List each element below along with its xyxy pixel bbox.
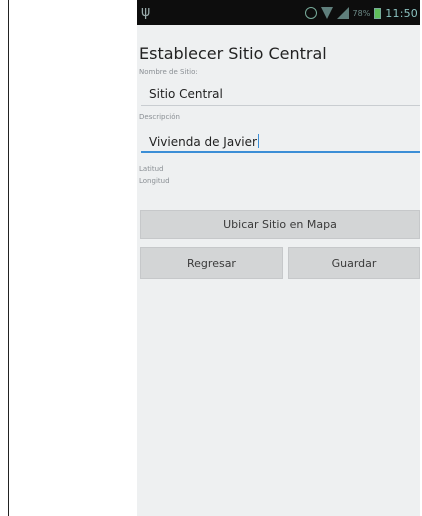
save-button[interactable]: Guardar bbox=[288, 247, 420, 279]
frame-left-border bbox=[8, 0, 9, 516]
site-name-label: Nombre de Sitio: bbox=[139, 68, 198, 76]
signal-icon bbox=[336, 7, 349, 19]
back-button[interactable]: Regresar bbox=[140, 247, 283, 279]
site-name-field[interactable]: Sitio Central bbox=[139, 84, 420, 106]
latitude-label: Latitud bbox=[139, 165, 164, 173]
description-underline bbox=[141, 151, 420, 153]
battery-icon bbox=[374, 7, 382, 19]
longitude-label: Longitud bbox=[139, 177, 170, 185]
battery-percent: 78% bbox=[352, 8, 371, 18]
wifi-icon bbox=[320, 7, 333, 19]
screenshot-frame: ψ 78% 11:50 Establecer Sitio Central Nom… bbox=[0, 0, 422, 516]
page-title: Establecer Sitio Central bbox=[139, 44, 327, 63]
status-bar: ψ 78% 11:50 bbox=[137, 0, 420, 25]
status-icons: 78% 11:50 bbox=[304, 5, 418, 21]
description-label: Descripción bbox=[139, 113, 180, 121]
alarm-icon bbox=[304, 7, 317, 19]
status-clock: 11:50 bbox=[385, 6, 418, 20]
description-value-wrap: Vivienda de Javier bbox=[149, 134, 259, 149]
site-name-value: Sitio Central bbox=[149, 87, 223, 101]
text-caret bbox=[257, 134, 259, 148]
description-value: Vivienda de Javier bbox=[149, 135, 257, 149]
locate-on-map-button[interactable]: Ubicar Sitio en Mapa bbox=[140, 210, 420, 239]
phone-screen: ψ 78% 11:50 Establecer Sitio Central Nom… bbox=[137, 0, 420, 516]
description-field[interactable]: Vivienda de Javier bbox=[139, 131, 420, 153]
usb-icon: ψ bbox=[141, 4, 151, 20]
site-name-underline bbox=[141, 105, 420, 106]
